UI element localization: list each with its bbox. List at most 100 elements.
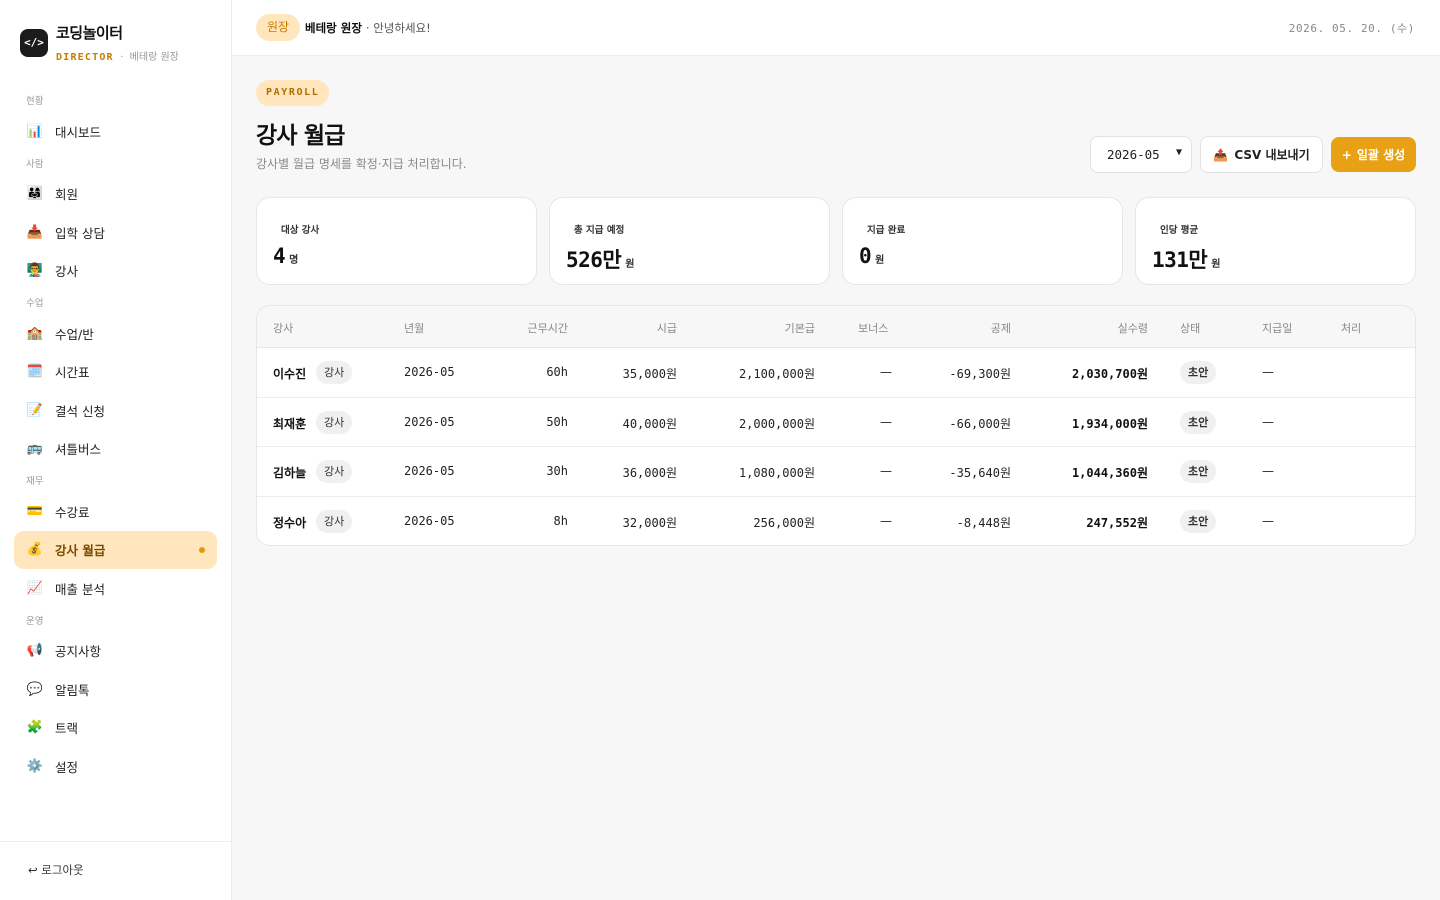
nav-icon: 💰 [26,542,44,558]
table-row[interactable]: 정수아 강사 2026-05 8h 32,000원 256,000원 — -8,448원 247… [257,497,1415,546]
month-select[interactable]: 2026-05 ▼ [1090,136,1192,173]
chevron-down-icon: ▼ [1175,147,1182,158]
user-name: 베테랑 원장 [305,21,362,35]
stat-unit: 원 [625,259,634,270]
sidebar-item-3-2[interactable]: 🗓️ 시간표 [14,353,217,392]
nav-section-label: 사람 [26,158,44,170]
nav-section-label: 현황 [26,96,44,107]
sidebar-item-label: 설정 [55,759,79,775]
stat-number: 4 [273,244,286,268]
column-header-month: 년월 [404,322,425,335]
cell-paid-date: — [1262,365,1274,379]
stat-number: 0 [859,244,872,268]
nav-icon: 📝 [26,402,44,418]
column-header-action: 처리 [1341,322,1362,335]
sidebar-item-5-3[interactable]: 🧩 트랙 [14,709,217,748]
cell-paid-date: — [1262,513,1274,528]
nav-icon: 📊 [26,123,44,139]
section-eyebrow: PAYROLL [256,80,330,106]
nav-icon: 🧩 [26,720,44,736]
sidebar-item-2-1[interactable]: 👨‍👩‍👧 회원 [14,175,217,214]
sidebar-item-2-3[interactable]: 👨‍🏫 강사 [14,252,217,291]
column-header-net: 실수령 [1117,322,1148,335]
current-date: 2026. 05. 20. (수) [1288,22,1415,35]
sidebar-item-label: 트랙 [55,721,79,737]
cell-deduction: -8,448원 [956,515,1011,530]
sidebar: </> 코딩놀이터 DIRECTOR · 베테랑 원장 현황 📊 대시보드사람 👨‍👩… [0,0,232,900]
csv-export-label: CSV 내보내기 [1234,148,1310,162]
brand-user: 베테랑 원장 [129,52,179,63]
sidebar-item-label: 수강료 [55,504,90,520]
cell-net: 1,934,000원 [1071,416,1148,431]
table-row[interactable]: 이수진 강사 2026-05 60h 35,000원 2,100,000원 — -69,300… [257,348,1415,398]
cell-deduction: -66,000원 [949,416,1011,431]
stat-value: 0원 [859,244,884,268]
nav-section-label: 수업 [26,298,44,309]
logout-button[interactable]: ↩ 로그아웃 [28,862,84,878]
column-header-hours: 근무시간 [527,322,568,335]
cell-bonus: — [880,414,892,429]
bulk-generate-button[interactable]: + 일괄 생성 [1331,137,1416,172]
nav-icon: 👨‍🏫 [26,263,44,279]
stat-value: 131만 원 [1152,244,1220,274]
sidebar-item-3-1[interactable]: 🏫 수업/반 [14,314,217,353]
brand[interactable]: </> 코딩놀이터 DIRECTOR · 베테랑 원장 [20,22,179,63]
sidebar-item-label: 대시보드 [55,124,102,140]
sidebar-nav: 현황 📊 대시보드 사람 👨‍👩‍👧 회원 📥 입학 상담 👨‍🏫 강사 수업 🏫 수업/반 🗓️ 시간표 📝… [14,88,217,786]
column-header-teacher: 강사 [273,322,294,335]
table-row[interactable]: 김하늘 강사 2026-05 30h 36,000원 1,080,000원 — -35,640… [257,447,1415,497]
stat-unit: 원 [875,255,884,266]
sidebar-item-4-1[interactable]: 💳 수강료 [14,492,217,531]
cell-teacher-name: 이수진 [273,367,307,381]
greeting-text: · 안녕하세요! [365,21,431,35]
column-header-deduction: 공제 [990,322,1011,335]
cell-paid-date: — [1262,414,1274,429]
sidebar-item-5-1[interactable]: 📢 공지사항 [14,632,217,671]
stat-card-target-teachers: 대상 강사 4명 [256,197,537,285]
stat-number: 131만 [1152,248,1208,272]
status-badge: 초안 [1180,410,1217,434]
cell-net: 2,030,700원 [1071,367,1148,381]
sidebar-item-4-3[interactable]: 📈 매출 분석 [14,569,217,608]
role-tag: 강사 [316,361,353,384]
code-logo-icon: </> [20,28,48,57]
nav-section-label: 운영 [26,615,44,627]
cell-hours: 30h [546,464,568,478]
cell-bonus: — [880,365,892,379]
sidebar-item-3-3[interactable]: 📝 결석 신청 [14,391,217,430]
sidebar-item-label: 알림톡 [55,682,90,698]
cell-bonus: — [880,464,892,478]
cell-hours: 60h [546,365,568,379]
sidebar-item-2-2[interactable]: 📥 입학 상담 [14,213,217,252]
month-select-value: 2026-05 [1107,147,1160,162]
cell-net: 247,552원 [1086,515,1148,530]
payroll-table: 강사 년월 근무시간 시급 기본급 보너스 공제 실수령 상태 지급일 처리 이… [256,305,1416,546]
table-row[interactable]: 최재훈 강사 2026-05 50h 40,000원 2,000,000원 — -66,000… [257,398,1415,447]
csv-export-button[interactable]: 📤 CSV 내보내기 [1200,136,1323,173]
cell-paid-date: — [1262,464,1274,478]
sidebar-item-label: 공지사항 [55,644,102,660]
sidebar-item-1-1[interactable]: 📊 대시보드 [14,112,217,151]
nav-icon: 🚌 [26,441,44,457]
role-tag: 강사 [316,509,353,533]
status-badge: 초안 [1180,361,1217,384]
sidebar-item-3-4[interactable]: 🚌 셔틀버스 [14,430,217,469]
sidebar-item-5-2[interactable]: 💬 알림톡 [14,670,217,709]
stat-card-average: 인당 평균 131만 원 [1135,197,1416,285]
status-badge: 초안 [1180,509,1217,533]
bulk-generate-label: 일괄 생성 [1356,148,1406,162]
sidebar-item-4-2[interactable]: 💰 강사 월급 [14,530,217,569]
cell-deduction: -35,640원 [949,466,1011,480]
nav-icon: ⚙️ [26,758,44,774]
nav-icon: 👨‍👩‍👧 [26,186,44,202]
stat-unit: 명 [289,255,298,266]
cell-base: 256,000원 [753,515,815,530]
sidebar-item-label: 매출 분석 [55,581,105,597]
stat-label: 총 지급 예정 [574,225,625,236]
topbar: 원장 베테랑 원장 · 안녕하세요! 2026. 05. 20. (수) [232,0,1440,56]
cell-teacher-name: 김하늘 [273,466,307,480]
role-tag: 강사 [316,460,353,483]
cell-hours: 50h [546,414,568,429]
page-description: 강사별 월급 명세를 확정·지급 처리합니다. [256,157,467,171]
sidebar-item-5-4[interactable]: ⚙️ 설정 [14,747,217,786]
